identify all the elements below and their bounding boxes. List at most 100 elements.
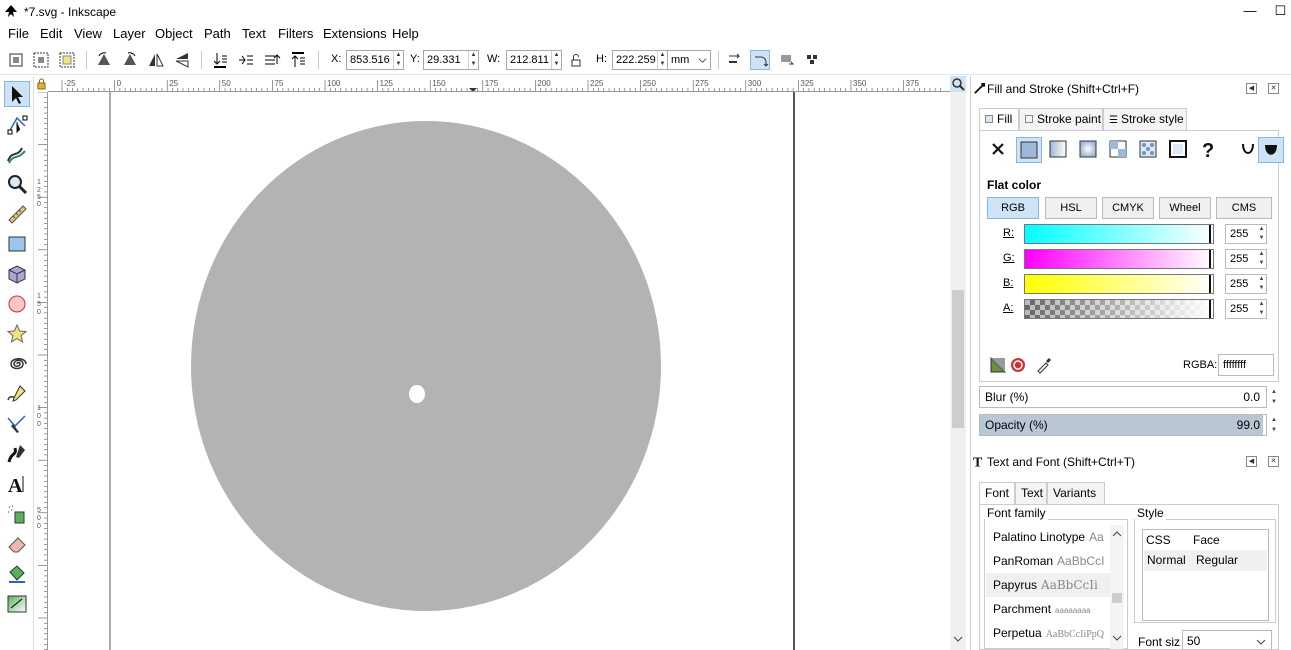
tweak-tool[interactable] — [4, 141, 30, 167]
w-field[interactable]: 212.811 ▲ ▼ — [506, 50, 562, 70]
vertical-ruler[interactable]: 1250150100500 — [34, 92, 48, 650]
raise-button[interactable] — [262, 50, 282, 70]
panel-close-button[interactable]: ✕ — [1268, 83, 1279, 94]
style-row[interactable]: Normal Regular — [1144, 550, 1267, 571]
color-managed-button[interactable] — [988, 355, 1008, 375]
gradient-tool[interactable] — [4, 591, 30, 617]
h-field[interactable]: 222.259 ▲ ▼ — [612, 50, 668, 70]
lock-button[interactable] — [566, 50, 586, 70]
spiral-tool[interactable] — [4, 351, 30, 377]
chevron-down-icon[interactable] — [1112, 633, 1122, 643]
lower-button[interactable] — [236, 50, 256, 70]
flip-vertical-button[interactable] — [172, 50, 192, 70]
slider-handle-icon[interactable] — [1209, 275, 1211, 293]
transform-gradients-button[interactable] — [777, 50, 797, 70]
rgba-input[interactable]: ffffffff — [1218, 354, 1274, 376]
opacity-field[interactable]: Opacity (%) 99.0 — [979, 414, 1267, 436]
menu-filters[interactable]: Filters — [278, 26, 313, 41]
tab-stroke-paint[interactable]: Stroke paint — [1019, 108, 1103, 130]
style-list[interactable]: CSS Face Normal Regular — [1142, 529, 1269, 621]
rotate-ccw-button[interactable] — [94, 50, 114, 70]
eyedropper-button[interactable] — [1034, 355, 1054, 375]
x-field[interactable]: 853.516 ▲ ▼ — [346, 50, 404, 70]
node-tool[interactable] — [4, 111, 30, 137]
lower-to-bottom-button[interactable] — [210, 50, 230, 70]
rectangle-tool[interactable] — [4, 231, 30, 257]
ellipse-tool[interactable] — [4, 291, 30, 317]
r-slider[interactable] — [1024, 224, 1214, 244]
tab-stroke-style[interactable]: ☰ Stroke style — [1103, 108, 1187, 130]
tab-font[interactable]: Font — [979, 482, 1015, 504]
scrollbar-thumb[interactable] — [952, 290, 964, 428]
panel-collapse-button[interactable]: ◀ — [1246, 456, 1257, 467]
a-slider[interactable] — [1024, 299, 1214, 319]
mode-hsl[interactable]: HSL — [1045, 197, 1097, 219]
blur-field[interactable]: Blur (%) 0.0 — [979, 386, 1267, 408]
pen-tool[interactable] — [4, 411, 30, 437]
tab-variants[interactable]: Variants — [1047, 482, 1105, 504]
paint-none-button[interactable] — [986, 137, 1012, 163]
scale-corners-button[interactable] — [750, 50, 770, 70]
font-size-select[interactable]: 50 — [1182, 630, 1272, 650]
paint-pattern-button[interactable] — [1136, 137, 1162, 163]
rotate-cw-button[interactable] — [120, 50, 140, 70]
paint-linear-gradient-button[interactable] — [1046, 137, 1072, 163]
deselect-button[interactable] — [57, 50, 77, 70]
raise-to-top-button[interactable] — [288, 50, 308, 70]
menu-view[interactable]: View — [74, 26, 102, 41]
slider-handle-icon[interactable] — [1209, 225, 1211, 243]
scale-stroke-button[interactable] — [725, 50, 745, 70]
gray-circle-shape[interactable] — [191, 121, 661, 611]
menu-help[interactable]: Help — [392, 26, 419, 41]
out-of-gamut-button[interactable] — [1008, 355, 1028, 375]
paint-unset-button[interactable]: ? — [1196, 137, 1222, 163]
r-value-field[interactable]: 255 ▲ ▼ — [1225, 224, 1267, 244]
menu-extensions[interactable]: Extensions — [323, 26, 387, 41]
mode-cmyk[interactable]: CMYK — [1102, 197, 1154, 219]
star-tool[interactable] — [4, 321, 30, 347]
font-family-list[interactable]: Palatino Linotype Aa PanRoman AaBbCcI Papy… — [986, 525, 1126, 649]
font-list-item[interactable]: Parchment aaaaaaaa — [986, 597, 1116, 621]
slider-handle-icon[interactable] — [1209, 250, 1211, 268]
canvas-vertical-scrollbar[interactable] — [950, 92, 966, 650]
panel-collapse-button[interactable]: ◀ — [1246, 83, 1257, 94]
select-all-button[interactable] — [6, 50, 26, 70]
font-list-item[interactable]: PanRoman AaBbCcI — [986, 549, 1116, 573]
paint-radial-gradient-button[interactable] — [1076, 137, 1102, 163]
font-list-item[interactable]: Palatino Linotype Aa — [986, 525, 1116, 549]
blur-spin-arrows[interactable]: ▲ ▼ — [1271, 387, 1277, 407]
horizontal-ruler[interactable]: -25 0 25 50 75 100 125 150 175 200 225 250 275 300 325… — [48, 76, 950, 92]
calligraphy-tool[interactable] — [4, 441, 30, 467]
text-tool[interactable]: A — [4, 471, 30, 497]
mode-rgb[interactable]: RGB — [987, 197, 1039, 219]
zoom-correction-button[interactable] — [950, 76, 966, 92]
chevron-up-icon[interactable] — [1112, 529, 1122, 539]
zoom-tool[interactable] — [4, 171, 30, 197]
menu-object[interactable]: Object — [155, 26, 193, 41]
b-value-field[interactable]: 255 ▲ ▼ — [1225, 274, 1267, 294]
paint-swatch-button[interactable] — [1166, 137, 1192, 163]
maximize-button[interactable]: ☐ — [1270, 2, 1291, 22]
panel-close-button[interactable]: ✕ — [1268, 456, 1279, 467]
font-list-item[interactable]: Papyrus AaBbCcIi — [986, 573, 1116, 597]
tab-fill[interactable]: Fill — [979, 108, 1019, 130]
fill-rule-nonzero-button[interactable] — [1258, 137, 1284, 163]
paint-mesh-button[interactable] — [1106, 137, 1132, 163]
scrollbar-thumb[interactable] — [1112, 593, 1122, 603]
center-hole-shape[interactable] — [409, 385, 425, 403]
g-value-field[interactable]: 255 ▲ ▼ — [1225, 249, 1267, 269]
b-slider[interactable] — [1024, 274, 1214, 294]
a-value-field[interactable]: 255 ▲ ▼ — [1225, 299, 1267, 319]
select-all-layers-button[interactable] — [31, 50, 51, 70]
slider-handle-icon[interactable] — [1209, 300, 1211, 318]
menu-layer[interactable]: Layer — [113, 26, 146, 41]
unit-select[interactable]: mm — [667, 50, 711, 70]
minimize-button[interactable]: — — [1230, 2, 1270, 22]
measure-tool[interactable] — [4, 201, 30, 227]
tab-text[interactable]: Text — [1015, 482, 1047, 504]
eraser-tool[interactable] — [4, 531, 30, 557]
font-list-item[interactable]: Perpetua AaBbCcIiPpQ — [986, 621, 1116, 645]
selector-tool[interactable] — [4, 81, 30, 107]
spray-tool[interactable] — [4, 501, 30, 527]
paint-flat-button[interactable] — [1016, 137, 1042, 163]
